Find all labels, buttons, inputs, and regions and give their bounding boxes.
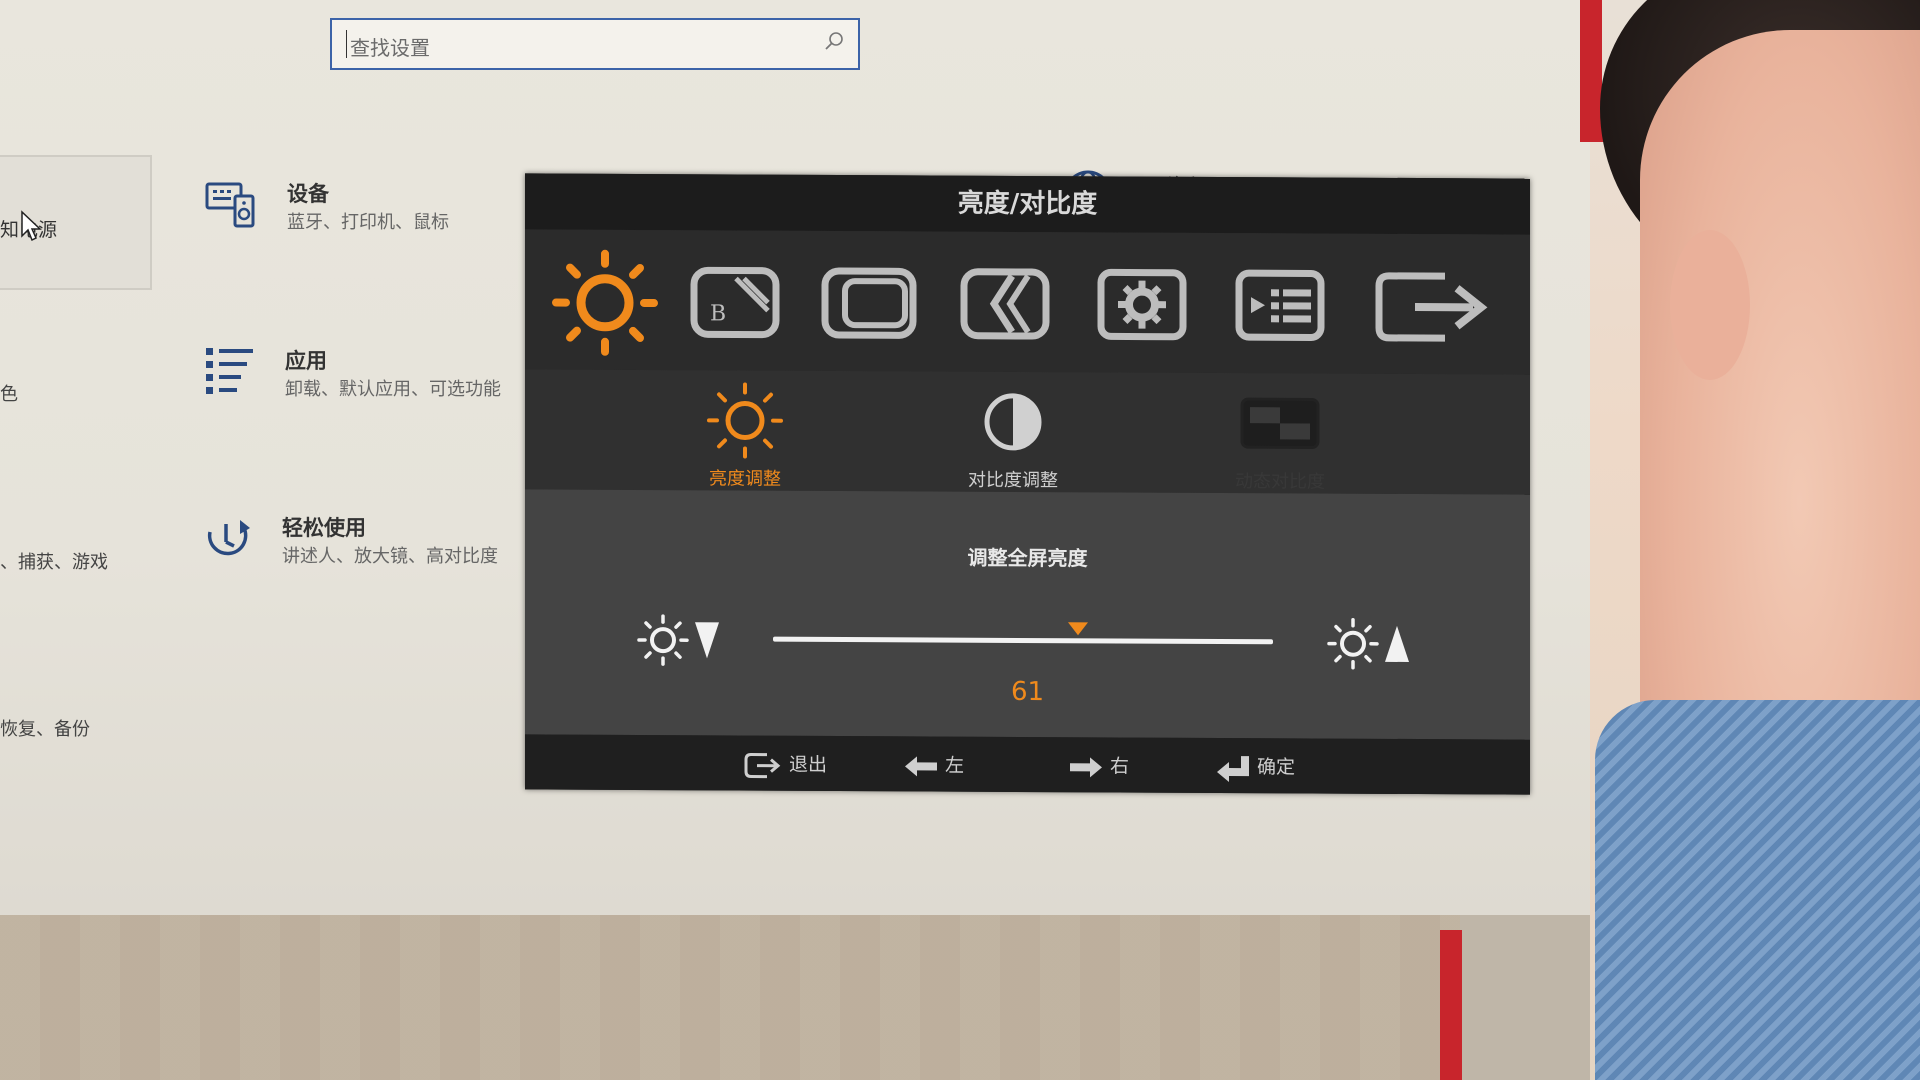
child-shirt — [1595, 700, 1920, 1080]
sub-item-label: 亮度调整 — [709, 468, 781, 490]
footer-exit-label: 退出 — [789, 753, 828, 776]
desk-surface — [0, 915, 1460, 1080]
category-title: 应用 — [285, 349, 327, 373]
category-title: 设备 — [287, 182, 329, 206]
category-desc: 蓝牙、打印机、鼠标 — [287, 212, 449, 233]
footer-right[interactable]: 右 — [1068, 751, 1129, 779]
sub-item-dynamic-contrast[interactable]: 动态对比度 — [1180, 373, 1380, 494]
footer-right-label: 右 — [1110, 755, 1130, 778]
footer-left[interactable]: 左 — [903, 750, 964, 778]
sub-item-label: 对比度调整 — [968, 469, 1058, 492]
exit-small-icon — [744, 752, 781, 778]
footer-confirm-label: 确定 — [1257, 756, 1296, 779]
contrast-adjust-icon — [984, 393, 1042, 451]
osd-sub-menu-row: 亮度调整 对比度调整 动态对比度 — [525, 369, 1530, 495]
category-title: 轻松使用 — [282, 516, 366, 540]
osd-adjust-panel: 调整全屏亮度 61 — [525, 489, 1530, 740]
input-source-icon[interactable] — [1225, 251, 1335, 362]
keyboard-devices-icon — [205, 182, 255, 228]
brightness-slider[interactable] — [773, 636, 1273, 645]
settings-gear-icon[interactable] — [1087, 250, 1197, 361]
category-desc: 卸载、默认应用、可选功能 — [285, 379, 501, 400]
search-icon[interactable] — [822, 30, 846, 54]
color-icon[interactable] — [950, 250, 1060, 361]
ease-of-access-icon — [207, 520, 250, 556]
sub-item-contrast-adjust[interactable]: 对比度调整 — [913, 371, 1113, 492]
category-desc: 讲述人、放大镜、高对比度 — [282, 546, 498, 567]
red-decoration — [1440, 930, 1462, 1080]
red-decoration — [1580, 0, 1602, 130]
footer-confirm[interactable]: 确定 — [1215, 752, 1295, 782]
footer-exit[interactable]: 退出 — [743, 750, 827, 780]
footer-left-label: 左 — [945, 754, 965, 777]
text-caret — [346, 30, 347, 58]
child-ear — [1670, 230, 1750, 380]
category-desc-partial: 色 — [0, 384, 18, 405]
slider-handle[interactable] — [1068, 622, 1088, 636]
osd-title: 亮度/对比度 — [525, 173, 1530, 235]
arrow-left-icon — [905, 755, 937, 776]
mouse-cursor-icon — [21, 210, 42, 242]
category-desc-partial: 恢复、备份 — [0, 719, 90, 740]
brightness-decrease-icon[interactable] — [635, 610, 725, 670]
apps-list-icon — [206, 348, 253, 394]
settings-search-input[interactable]: 查找设置 — [330, 18, 860, 70]
picture-mode-icon[interactable]: B — [680, 248, 790, 359]
osd-footer: 退出 左 右 确定 — [525, 734, 1530, 795]
slider-value: 61 — [1010, 676, 1045, 708]
brightness-sun-icon[interactable] — [550, 247, 660, 358]
exit-icon[interactable] — [1365, 252, 1495, 363]
brightness-adjust-icon — [707, 382, 783, 459]
enter-icon — [1217, 755, 1249, 782]
brightness-increase-icon[interactable] — [1325, 614, 1415, 674]
sub-item-label: 动态对比度 — [1235, 471, 1325, 493]
adjust-title: 调整全屏亮度 — [967, 545, 1088, 571]
arrow-right-icon — [1070, 756, 1102, 777]
svg-text:B: B — [710, 301, 726, 326]
image-size-icon[interactable] — [815, 249, 925, 360]
osd-main-icon-row: B — [525, 229, 1530, 375]
sub-item-brightness-adjust[interactable]: 亮度调整 — [645, 370, 845, 491]
dynamic-contrast-icon — [1240, 397, 1320, 449]
monitor-osd-menu: 亮度/对比度 B 亮度调整 对比度调整 动态对比度 调整全屏亮度 61 退出 左… — [525, 173, 1530, 795]
category-desc-partial: 、捕获、游戏 — [0, 552, 108, 573]
search-placeholder: 查找设置 — [350, 36, 430, 60]
